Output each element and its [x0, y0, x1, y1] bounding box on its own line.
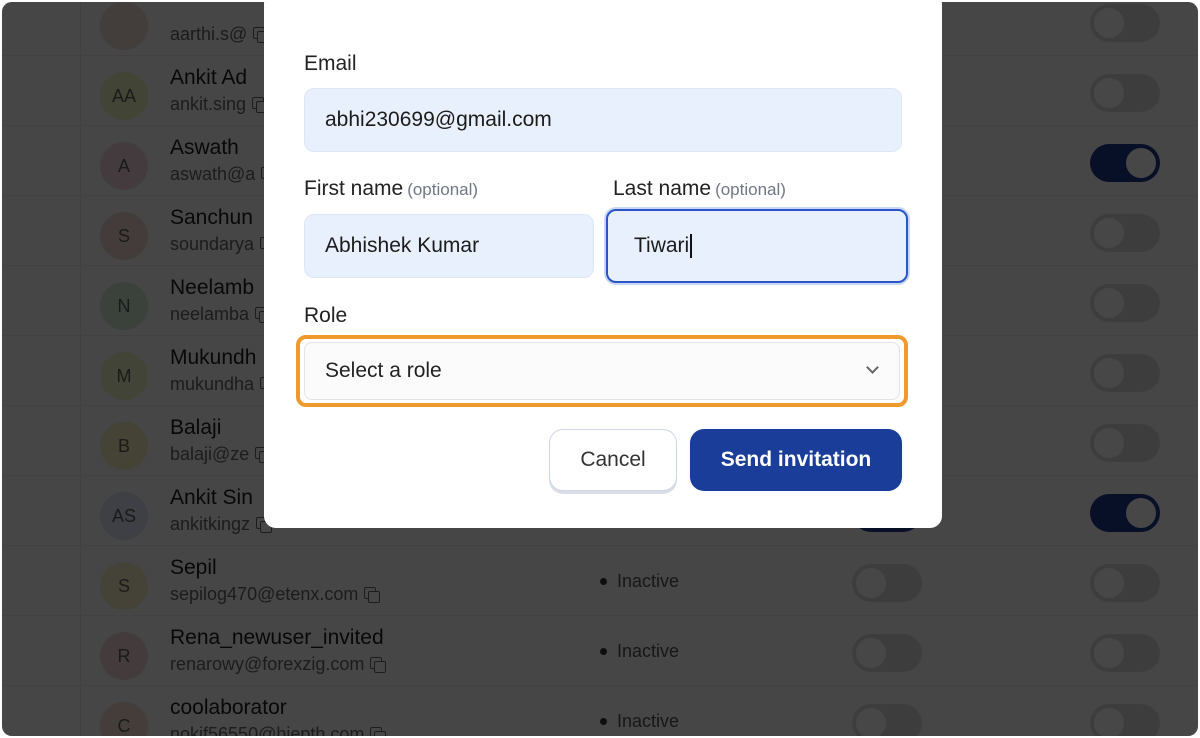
email-field[interactable]: abhi230699@gmail.com — [304, 88, 902, 152]
role-placeholder: Select a role — [325, 359, 442, 382]
email-value: abhi230699@gmail.com — [325, 108, 552, 131]
email-label: Email — [304, 52, 357, 75]
last-name-label: Last name (optional) — [613, 177, 786, 201]
text-cursor — [690, 234, 692, 258]
invite-member-dialog: Email abhi230699@gmail.com First name (op… — [264, 2, 942, 528]
role-label: Role — [304, 304, 348, 327]
first-name-value: Abhishek Kumar — [325, 234, 480, 257]
cancel-button[interactable]: Cancel — [549, 429, 677, 491]
role-select[interactable]: Select a role — [304, 342, 900, 400]
first-name-field[interactable]: Abhishek Kumar — [304, 214, 594, 278]
first-name-label-text: First name — [304, 177, 404, 200]
last-name-label-text: Last name — [613, 177, 712, 200]
last-name-optional-tag: (optional) — [715, 180, 786, 199]
last-name-field[interactable]: Tiwari — [606, 209, 908, 283]
first-name-optional-tag: (optional) — [407, 180, 479, 199]
send-invitation-button[interactable]: Send invitation — [690, 429, 902, 491]
first-name-label: First name (optional) — [304, 177, 478, 201]
chevron-down-icon — [866, 361, 879, 374]
app-window: aarthi.s@AAAnkit Adankit.singAAswathaswa… — [2, 2, 1198, 736]
last-name-value: Tiwari — [634, 234, 690, 257]
